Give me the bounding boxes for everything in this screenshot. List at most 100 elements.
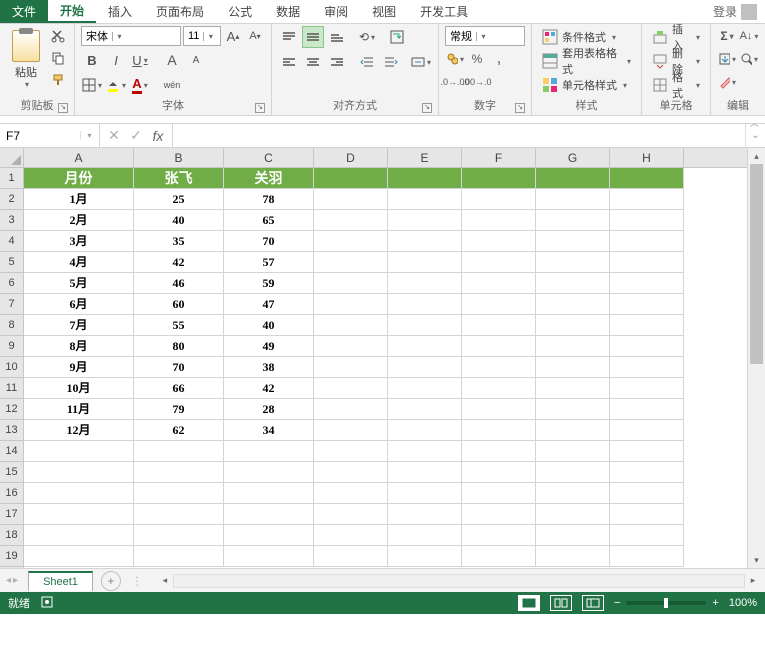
format-painter-button[interactable] xyxy=(48,70,68,90)
column-header[interactable]: D xyxy=(314,148,388,167)
row-header[interactable]: 18 xyxy=(0,525,23,546)
sheet-tab-sheet1[interactable]: Sheet1 xyxy=(28,571,93,591)
cell[interactable]: 40 xyxy=(134,210,224,231)
cell[interactable]: 3月 xyxy=(24,231,134,252)
cell[interactable] xyxy=(610,315,684,336)
cell[interactable] xyxy=(388,252,462,273)
row-header[interactable]: 5 xyxy=(0,252,23,273)
cell[interactable] xyxy=(224,441,314,462)
cell[interactable] xyxy=(24,525,134,546)
scroll-right-icon[interactable]: ▸ xyxy=(745,575,761,586)
cell[interactable] xyxy=(388,378,462,399)
cell[interactable]: 65 xyxy=(224,210,314,231)
row-header[interactable]: 2 xyxy=(0,189,23,210)
cell[interactable] xyxy=(388,357,462,378)
cell[interactable] xyxy=(388,231,462,252)
format-as-table-button[interactable]: 套用表格格式▾ xyxy=(538,50,635,72)
cell[interactable] xyxy=(314,441,388,462)
cell[interactable] xyxy=(610,252,684,273)
cell[interactable] xyxy=(388,504,462,525)
number-format-combo[interactable]: 常规 ▾ xyxy=(445,26,525,46)
cell[interactable] xyxy=(388,189,462,210)
cell[interactable]: 60 xyxy=(134,294,224,315)
cell[interactable] xyxy=(610,294,684,315)
cell[interactable]: 49 xyxy=(224,336,314,357)
select-all-corner[interactable] xyxy=(0,148,23,168)
cell[interactable] xyxy=(462,525,536,546)
cell[interactable] xyxy=(462,210,536,231)
cell[interactable] xyxy=(388,210,462,231)
cell[interactable] xyxy=(134,483,224,504)
cell[interactable] xyxy=(314,315,388,336)
cell[interactable]: 78 xyxy=(224,189,314,210)
zoom-out-button[interactable]: − xyxy=(614,597,620,609)
cell[interactable]: 9月 xyxy=(24,357,134,378)
menu-tab[interactable]: 开发工具 xyxy=(408,0,480,23)
cell[interactable]: 5月 xyxy=(24,273,134,294)
cell[interactable]: 2月 xyxy=(24,210,134,231)
column-header[interactable]: E xyxy=(388,148,462,167)
cell[interactable] xyxy=(536,315,610,336)
cell[interactable] xyxy=(388,483,462,504)
cell[interactable] xyxy=(462,168,536,189)
dialog-launcher-icon[interactable]: ↘ xyxy=(58,103,68,113)
merge-center-button[interactable]: ▾ xyxy=(410,51,432,73)
cell[interactable] xyxy=(388,273,462,294)
menu-tab[interactable]: 数据 xyxy=(264,0,312,23)
cell[interactable] xyxy=(388,525,462,546)
menu-tab[interactable]: 插入 xyxy=(96,0,144,23)
autosum-button[interactable]: Σ▾ xyxy=(717,26,737,46)
row-header[interactable]: 6 xyxy=(0,273,23,294)
decrease-font-button-2[interactable]: A xyxy=(185,49,207,71)
column-header[interactable]: F xyxy=(462,148,536,167)
cell[interactable]: 8月 xyxy=(24,336,134,357)
cell[interactable] xyxy=(314,210,388,231)
row-header[interactable]: 7 xyxy=(0,294,23,315)
cell[interactable] xyxy=(536,483,610,504)
cell[interactable] xyxy=(462,420,536,441)
cell[interactable] xyxy=(24,483,134,504)
cell[interactable] xyxy=(24,441,134,462)
cell[interactable] xyxy=(610,441,684,462)
cell[interactable] xyxy=(462,231,536,252)
cell[interactable] xyxy=(388,315,462,336)
cell[interactable] xyxy=(536,357,610,378)
cell[interactable] xyxy=(224,525,314,546)
font-color-button[interactable]: A▾ xyxy=(129,74,151,96)
cell[interactable]: 28 xyxy=(224,399,314,420)
row-header[interactable]: 9 xyxy=(0,336,23,357)
cell[interactable]: 59 xyxy=(224,273,314,294)
column-header[interactable]: G xyxy=(536,148,610,167)
orientation-button[interactable]: ⟲▾ xyxy=(356,26,378,48)
vertical-scrollbar[interactable]: ▴ ▾ xyxy=(747,148,765,568)
column-header[interactable]: H xyxy=(610,148,684,167)
cell[interactable] xyxy=(134,525,224,546)
cell[interactable] xyxy=(536,399,610,420)
font-size-combo[interactable]: 11 ▾ xyxy=(183,26,221,46)
cell[interactable] xyxy=(314,357,388,378)
cell[interactable] xyxy=(462,483,536,504)
cell[interactable] xyxy=(536,441,610,462)
cell[interactable] xyxy=(314,483,388,504)
cell[interactable] xyxy=(314,525,388,546)
cell[interactable]: 关羽 xyxy=(224,168,314,189)
menu-tab[interactable]: 页面布局 xyxy=(144,0,216,23)
fill-color-button[interactable]: ▾ xyxy=(105,74,127,96)
align-left-button[interactable] xyxy=(278,51,300,73)
cell[interactable] xyxy=(610,357,684,378)
find-select-button[interactable]: ▾ xyxy=(739,49,759,69)
row-header[interactable]: 11 xyxy=(0,378,23,399)
cell[interactable] xyxy=(462,294,536,315)
row-header[interactable]: 14 xyxy=(0,441,23,462)
row-header[interactable]: 1 xyxy=(0,168,23,189)
macro-record-icon[interactable] xyxy=(40,595,54,612)
row-header[interactable]: 4 xyxy=(0,231,23,252)
tab-file[interactable]: 文件 xyxy=(0,0,48,23)
phonetic-button[interactable]: wén xyxy=(161,74,183,96)
cell-styles-button[interactable]: 单元格样式▾ xyxy=(538,74,631,96)
cell[interactable] xyxy=(536,210,610,231)
cell[interactable] xyxy=(610,504,684,525)
cut-button[interactable] xyxy=(48,26,68,46)
add-sheet-button[interactable]: + xyxy=(101,571,121,591)
cell[interactable] xyxy=(462,273,536,294)
